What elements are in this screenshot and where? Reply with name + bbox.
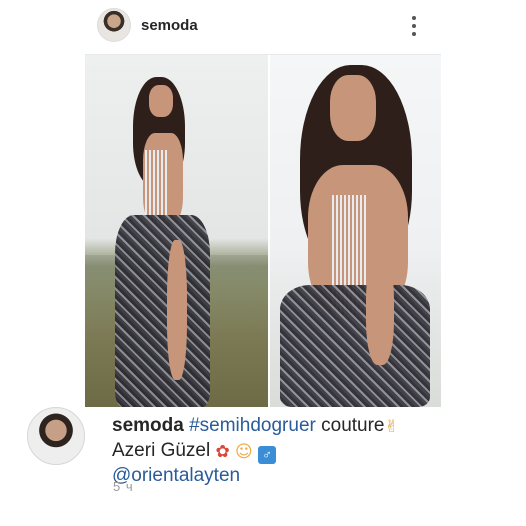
- caption-author-avatar[interactable]: [27, 407, 85, 465]
- figure-face: [330, 75, 376, 141]
- post-header: semoda: [0, 0, 526, 54]
- post-image[interactable]: [85, 55, 441, 407]
- figure-face: [149, 85, 173, 117]
- face-icon: ☺: [235, 442, 253, 462]
- caption-text: couture: [315, 415, 385, 436]
- victory-hand-icon: ✌: [384, 417, 399, 437]
- caption-line-2: Azeri Güzel: [112, 440, 211, 461]
- figure-leg: [167, 240, 187, 380]
- post-timestamp: 5 ч: [113, 479, 134, 494]
- figure-gown: [280, 285, 430, 407]
- photo-left: [85, 55, 268, 407]
- figure-gown: [115, 215, 210, 407]
- flower-icon: ✿: [215, 442, 230, 462]
- post-author-username[interactable]: semoda: [141, 17, 198, 34]
- caption-username[interactable]: semoda: [112, 415, 184, 436]
- post-caption: semoda #semihdogruer couture✌ Azeri Güze…: [112, 414, 502, 487]
- more-vertical-icon[interactable]: [405, 14, 423, 38]
- dot-icon: [412, 24, 416, 28]
- figure-arm: [366, 255, 394, 365]
- dot-icon: [412, 16, 416, 20]
- dot-icon: [412, 32, 416, 36]
- post-author-avatar[interactable]: [97, 8, 131, 42]
- male-sign-icon: ♂: [258, 446, 277, 464]
- caption-hashtag[interactable]: #semihdogruer: [189, 415, 316, 436]
- photo-right: [270, 55, 441, 407]
